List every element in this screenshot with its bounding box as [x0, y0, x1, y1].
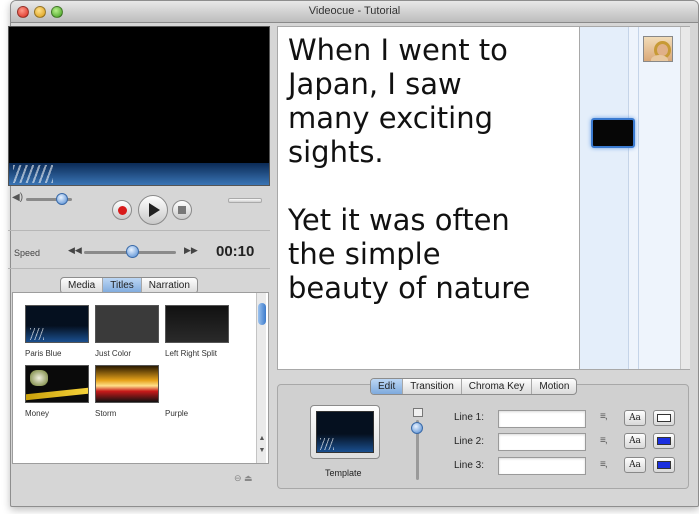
- line-1-color-well[interactable]: [653, 410, 675, 426]
- library-item-just-color[interactable]: [95, 305, 159, 343]
- line-3-color-well[interactable]: [653, 457, 675, 473]
- scroll-up-icon[interactable]: ▲: [257, 435, 267, 442]
- script-line: sights.: [288, 135, 384, 169]
- scroll-down-icon[interactable]: ▼: [257, 447, 267, 454]
- script-line: the simple: [288, 237, 441, 271]
- speed-label: Speed: [14, 248, 41, 258]
- speed-slider-knob[interactable]: [126, 245, 139, 258]
- script-line: beauty of nature: [288, 271, 531, 305]
- color-swatch: [657, 461, 671, 469]
- library-item-paris-blue[interactable]: [25, 305, 89, 343]
- script-line: Japan, I saw: [288, 67, 462, 101]
- record-button[interactable]: [112, 200, 132, 220]
- template-preview: [316, 411, 374, 453]
- stop-button[interactable]: [172, 200, 192, 220]
- script-line: Yet it was often: [288, 203, 510, 237]
- title-library: Paris Blue Just Color Left Right Split M…: [12, 292, 269, 464]
- divider: [8, 268, 270, 269]
- library-scrollbar-thumb[interactable]: [258, 303, 266, 325]
- timeline-scrollbar[interactable]: [680, 27, 690, 369]
- line-2-font-button[interactable]: Aa: [624, 433, 646, 449]
- library-item-label[interactable]: Purple: [165, 409, 188, 418]
- timeline-title-clip[interactable]: [591, 118, 635, 148]
- play-icon: [149, 203, 160, 217]
- narrator-avatar[interactable]: [643, 36, 673, 62]
- library-item-label: Left Right Split: [165, 349, 218, 358]
- divider: [8, 230, 270, 231]
- cue-timeline[interactable]: [580, 26, 690, 370]
- library-item-storm[interactable]: [95, 365, 159, 403]
- tab-chroma-key[interactable]: Chroma Key: [462, 379, 533, 394]
- title-bar: Videocue - Tutorial: [11, 1, 698, 23]
- tab-motion[interactable]: Motion: [532, 379, 576, 394]
- template-well[interactable]: [310, 405, 380, 459]
- line-2-input[interactable]: [498, 433, 586, 451]
- color-swatch: [657, 414, 671, 422]
- line-1-input[interactable]: [498, 410, 586, 428]
- video-preview: [8, 26, 270, 186]
- tab-media[interactable]: Media: [61, 278, 104, 293]
- volume-icon: ◀): [12, 192, 24, 203]
- library-item-label: Just Color: [95, 349, 132, 358]
- line-1-label: Line 1:: [454, 412, 485, 423]
- tab-titles[interactable]: Titles: [103, 278, 142, 293]
- timeline-divider: [628, 27, 629, 369]
- slow-speed-icon: ◀◀: [68, 245, 82, 255]
- library-footer-icons[interactable]: ⊖ ⏏: [234, 473, 253, 484]
- tab-edit[interactable]: Edit: [371, 379, 404, 394]
- play-button[interactable]: [138, 195, 168, 225]
- timeline-divider: [638, 27, 639, 369]
- tab-transition[interactable]: Transition: [403, 379, 462, 394]
- video-title-stripe: [9, 163, 269, 185]
- tab-narration[interactable]: Narration: [142, 278, 197, 293]
- audio-level-meter: [228, 198, 262, 203]
- template-label: Template: [325, 468, 362, 478]
- line-3-input[interactable]: [498, 457, 586, 475]
- align-icon[interactable]: ≡,: [600, 435, 608, 446]
- library-item-money[interactable]: [25, 365, 89, 403]
- edit-tab-bar: Edit Transition Chroma Key Motion: [370, 378, 578, 395]
- line-3-font-button[interactable]: Aa: [624, 457, 646, 473]
- align-icon[interactable]: ≡,: [600, 459, 608, 470]
- volume-slider-knob[interactable]: [56, 193, 68, 205]
- script-editor[interactable]: When I went to Japan, I saw many excitin…: [277, 26, 580, 370]
- script-line: [288, 169, 579, 203]
- timeline-video-column: [580, 27, 628, 369]
- script-line: many exciting: [288, 101, 493, 135]
- size-icon: [413, 408, 423, 417]
- line-3-label: Line 3:: [454, 460, 485, 471]
- line-2-color-well[interactable]: [653, 433, 675, 449]
- fast-speed-icon: ▶▶: [184, 245, 198, 255]
- library-scrollbar[interactable]: ▲ ▼: [256, 293, 266, 463]
- size-slider-knob[interactable]: [411, 422, 423, 434]
- library-item-label: Storm: [95, 409, 117, 418]
- library-item-left-right-split[interactable]: [165, 305, 229, 343]
- record-icon: [117, 205, 127, 215]
- library-item-label: Money: [25, 409, 50, 418]
- script-line: When I went to: [288, 33, 508, 67]
- align-icon[interactable]: ≡,: [600, 411, 608, 422]
- stop-icon: [178, 206, 186, 214]
- color-swatch: [657, 437, 671, 445]
- line-1-font-button[interactable]: Aa: [624, 410, 646, 426]
- line-2-label: Line 2:: [454, 436, 485, 447]
- window-title: Videocue - Tutorial: [308, 5, 401, 17]
- timecode: 00:10: [216, 243, 255, 260]
- library-item-label: Paris Blue: [25, 349, 62, 358]
